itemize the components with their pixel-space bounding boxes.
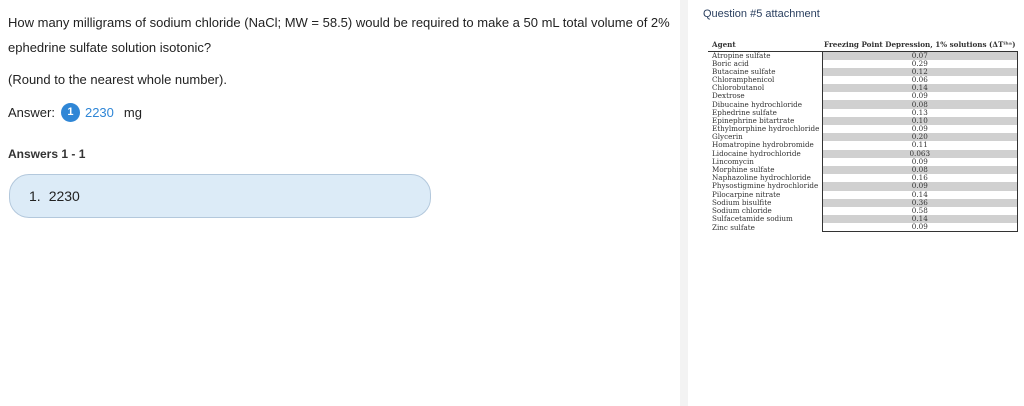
table-header-freezing-point: Freezing Point Depression, 1% solutions … [822,40,1018,52]
answer-list-item[interactable]: 1. 2230 [9,174,431,218]
table-row: Chlorobutanol 0.14 [708,84,1019,93]
agent-cell: Zinc sulfate [712,222,755,232]
answer-item-value: 2230 [48,188,80,204]
answers-heading: Answers 1 - 1 [8,147,86,161]
table-header-agent: Agent [708,40,823,52]
table-row: Zinc sulfate 0.09 [708,222,1019,233]
answer-value[interactable]: 2230 [85,105,114,120]
answer-unit: mg [123,104,142,120]
answer-number-badge: 1 [60,102,80,122]
question-text-line-1: How many milligrams of sodium chloride (… [8,15,670,30]
answer-item-number: 1. [29,188,41,204]
freezing-point-table: Agent Freezing Point Depression, 1% solu… [708,40,1019,233]
answer-row: Answer: 1 2230 mg [8,102,142,122]
answer-label: Answer: [8,104,55,120]
table-row: Lidocaine hydrochloride 0.063 [708,149,1019,158]
attachment-pane: Question #5 attachment Agent Freezing Po… [688,0,1024,406]
question-rounding-note: (Round to the nearest whole number). [8,72,227,87]
question-pane: How many milligrams of sodium chloride (… [0,0,680,406]
table-row: Ethylmorphine hydrochloride 0.09 [708,125,1019,134]
table-row: Atropine sulfate 0.07 [708,51,1019,60]
freezing-point-cell: 0.09 [821,223,1019,233]
attachment-title: Question #5 attachment [703,8,820,20]
table-body: Atropine sulfate 0.07 Boric acid 0.29 Butaca… [708,51,1019,233]
pane-divider [680,0,688,406]
question-text-line-2: ephedrine sulfate solution isotonic? [8,40,212,55]
